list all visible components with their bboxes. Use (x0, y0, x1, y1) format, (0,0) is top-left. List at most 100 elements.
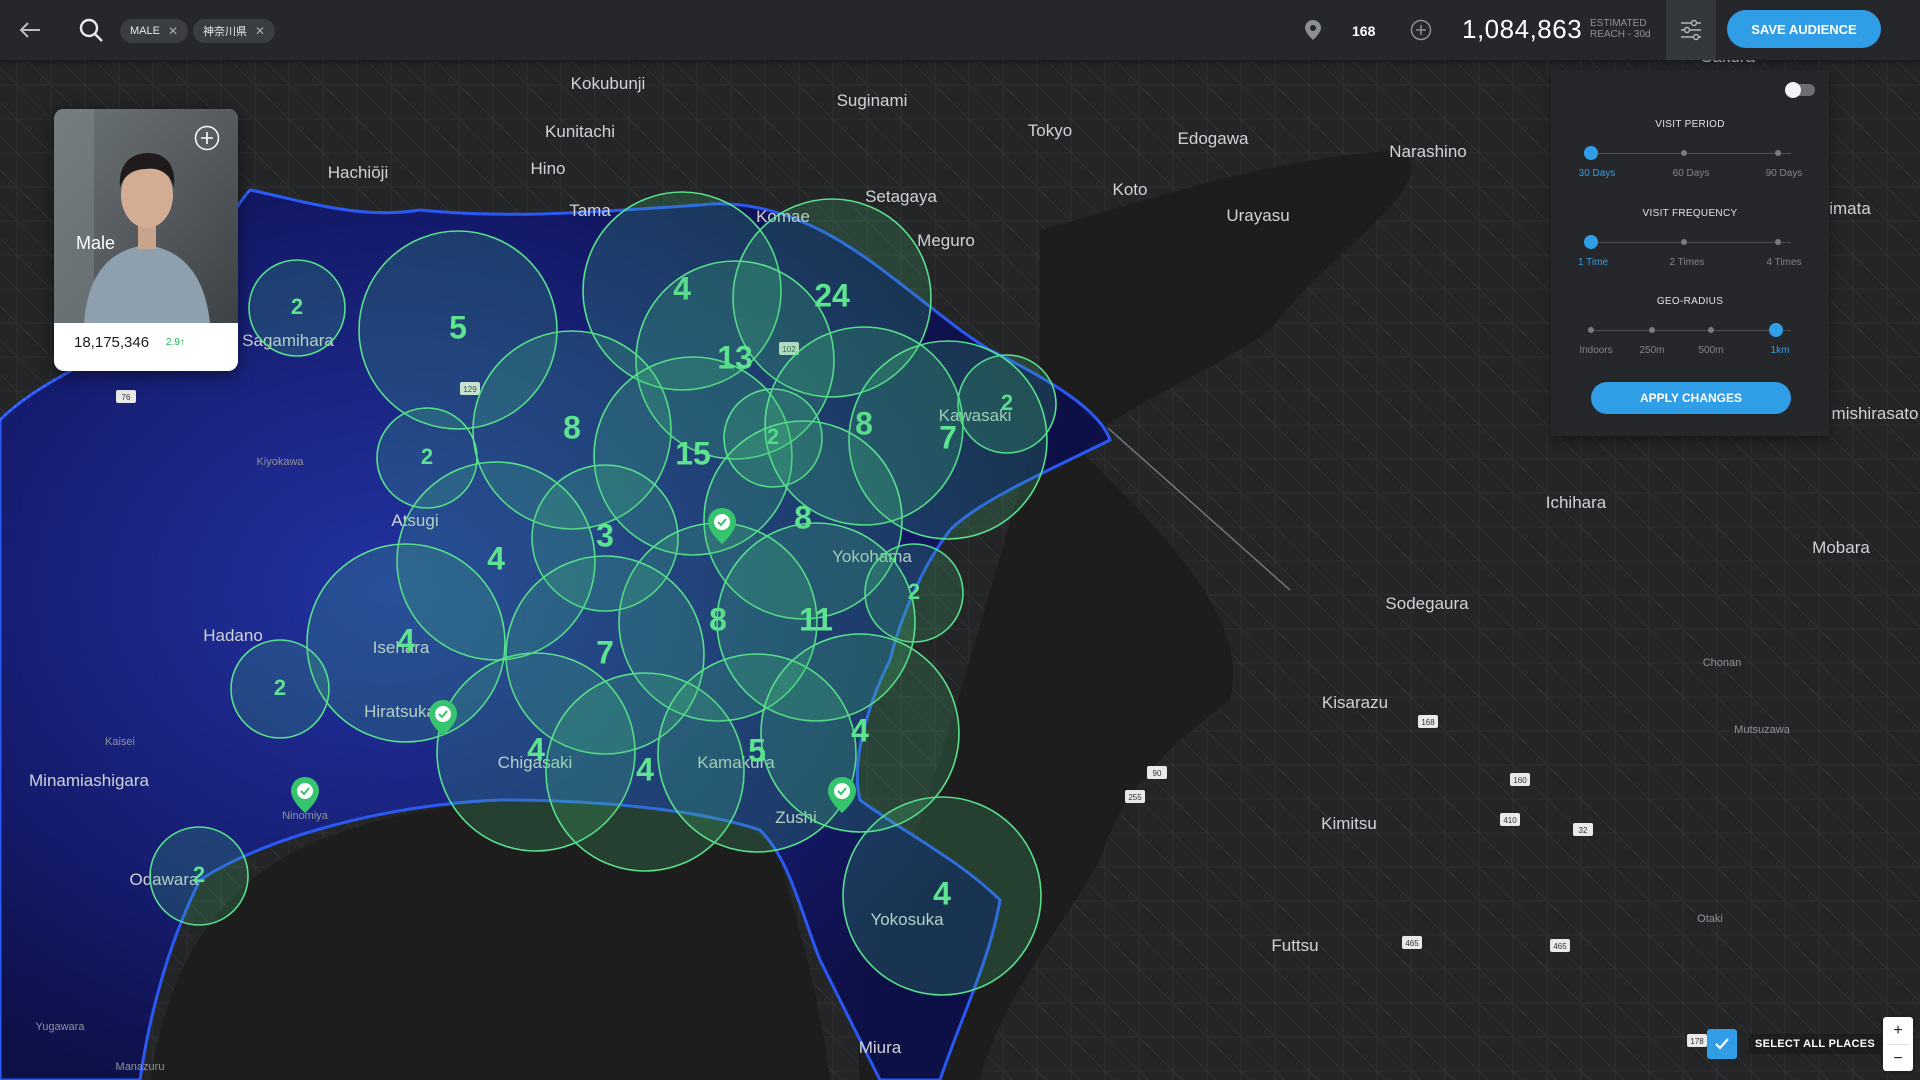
cluster-count: 7 (939, 419, 957, 455)
place-cluster[interactable]: 4 (842, 796, 1042, 996)
slider-tick[interactable] (1708, 327, 1714, 333)
map-place-label: mishirasato (1832, 404, 1919, 423)
cluster-count: 15 (675, 435, 711, 471)
map-place-label: Yugawara (36, 1021, 86, 1033)
save-audience-button[interactable]: SAVE AUDIENCE (1727, 10, 1881, 48)
search-icon[interactable] (78, 17, 104, 43)
cluster-count: 8 (563, 409, 581, 445)
map-place-label: Setagaya (865, 187, 937, 206)
slider-tick[interactable] (1588, 327, 1594, 333)
cluster-count: 7 (596, 634, 614, 670)
close-icon[interactable]: ✕ (255, 24, 265, 38)
road-number-shield: 90 (1147, 766, 1167, 779)
marker-badge (834, 783, 850, 799)
geo-radius-thumb[interactable] (1769, 323, 1783, 337)
visit-frequency-option-2[interactable]: 2 Times (1669, 257, 1704, 268)
slider-tick[interactable] (1681, 239, 1687, 245)
road-number-shield: 410 (1500, 813, 1520, 826)
panel-toggle[interactable] (1785, 82, 1815, 98)
map-place-label: Ichihara (1546, 493, 1607, 512)
chip-label: 神奈川県 (203, 26, 247, 38)
map-place-label: Minamiashigara (29, 771, 150, 790)
estimated-reach-label: ESTIMATED REACH - 30d (1590, 18, 1651, 40)
slider-tick[interactable] (1681, 150, 1687, 156)
geo-radius-option-500m[interactable]: 500m (1698, 345, 1723, 356)
map-place-label: Kokubunji (571, 74, 646, 93)
visit-period-title: VISIT PERIOD (1655, 119, 1725, 130)
back-arrow-icon[interactable] (16, 16, 44, 44)
geo-radius-option-250m[interactable]: 250m (1639, 345, 1664, 356)
road-number-text: 465 (1405, 939, 1419, 948)
map-place-label: imata (1829, 199, 1871, 218)
visit-frequency-option-1[interactable]: 1 Time (1578, 257, 1608, 268)
filter-chip-male[interactable]: MALE ✕ (120, 19, 189, 43)
filter-settings-button[interactable] (1666, 0, 1716, 60)
slider-tick[interactable] (1775, 150, 1781, 156)
visit-period-option-30[interactable]: 30 Days (1579, 168, 1616, 179)
road-number-shield: 76 (116, 390, 136, 403)
road-number-text: 465 (1553, 942, 1567, 951)
sliders-icon (1681, 19, 1701, 41)
geo-radius-option-indoors[interactable]: Indoors (1579, 345, 1612, 356)
select-all-places[interactable]: SELECT ALL PLACES (1707, 1028, 1881, 1060)
cluster-count: 4 (636, 751, 654, 787)
map-place-label: Kisarazu (1322, 693, 1388, 712)
place-cluster[interactable]: 2 (248, 259, 346, 357)
add-circle-icon[interactable] (1410, 19, 1432, 41)
map-place-label: Mutsuzawa (1734, 724, 1791, 736)
cluster-count: 2 (274, 675, 286, 700)
checkmark-icon (1715, 1038, 1729, 1050)
audience-settings-panel: VISIT PERIOD 30 Days 60 Days 90 Days VIS… (1551, 70, 1829, 436)
filter-chip-kanagawa[interactable]: 神奈川県 ✕ (193, 19, 276, 43)
road-number-shield: 160 (1510, 773, 1530, 786)
persona-name: Male (76, 233, 116, 253)
geo-radius-option-1km[interactable]: 1km (1771, 345, 1790, 356)
road-number-shield: 465 (1550, 939, 1570, 952)
road-number-text: 168 (1421, 718, 1435, 727)
map-place-label: Koto (1113, 180, 1148, 199)
visit-period-thumb[interactable] (1584, 146, 1598, 160)
zoom-out-button[interactable]: − (1883, 1045, 1913, 1072)
visit-frequency-option-4[interactable]: 4 Times (1766, 257, 1801, 268)
road-number-shield: 32 (1573, 823, 1593, 836)
apply-changes-button[interactable]: APPLY CHANGES (1591, 382, 1791, 414)
close-icon[interactable]: ✕ (168, 24, 178, 38)
select-all-checkbox[interactable] (1707, 1029, 1737, 1059)
persona-count: 18,175,346 (74, 334, 150, 351)
map-place-label: Tama (569, 201, 611, 220)
visit-frequency-slider[interactable] (1591, 242, 1791, 243)
map-place-label: Sodegaura (1385, 594, 1469, 613)
map-place-label: Miura (859, 1038, 902, 1057)
location-pin-icon (1305, 20, 1321, 40)
road-number-shield: 168 (1418, 715, 1438, 728)
map-place-label: Chonan (1703, 657, 1742, 669)
place-cluster[interactable]: 2 (149, 826, 249, 926)
map-place-label: Tokyo (1028, 121, 1072, 140)
add-circle-icon[interactable] (194, 125, 220, 151)
road-number-text: 410 (1503, 816, 1517, 825)
audience-persona-card[interactable]: Male 18,175,346 2.9↑ (54, 109, 238, 371)
toggle-knob (1785, 82, 1801, 98)
map-place-label: Futtsu (1271, 936, 1318, 955)
visit-period-option-60[interactable]: 60 Days (1673, 168, 1710, 179)
slider-tick[interactable] (1649, 327, 1655, 333)
road-number-text: 255 (1128, 793, 1142, 802)
zoom-in-button[interactable]: + (1883, 1017, 1913, 1044)
place-cluster[interactable]: 2 (230, 639, 330, 739)
map-place-label: Suginami (837, 91, 908, 110)
map-place-label: Kunitachi (545, 122, 615, 141)
persona-trend: 2.9↑ (166, 337, 185, 348)
cluster-count: 3 (596, 517, 614, 553)
marker-badge (297, 783, 313, 799)
map-place-label: Otaki (1697, 913, 1723, 925)
visit-period-slider[interactable] (1591, 153, 1791, 154)
visit-frequency-thumb[interactable] (1584, 235, 1598, 249)
map-place-label: Manazuru (116, 1061, 165, 1073)
road-number-shield: 255 (1125, 790, 1145, 803)
reach-label-line1: ESTIMATED (1590, 18, 1647, 29)
map-place-label: Edogawa (1178, 129, 1249, 148)
visit-period-option-90[interactable]: 90 Days (1766, 168, 1803, 179)
geo-radius-slider[interactable] (1591, 330, 1791, 331)
slider-tick[interactable] (1775, 239, 1781, 245)
cluster-count: 4 (397, 622, 415, 658)
